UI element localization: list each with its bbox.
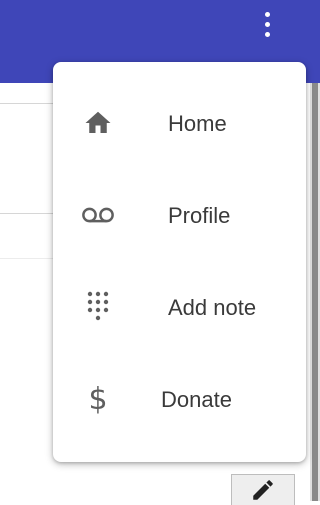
divider <box>0 213 55 214</box>
menu-item-label: Add note <box>168 295 257 320</box>
divider <box>0 103 60 104</box>
scrollbar[interactable] <box>310 83 320 501</box>
edit-button[interactable] <box>231 474 295 505</box>
menu-item-label: Profile <box>168 203 231 228</box>
overflow-menu-button[interactable] <box>254 4 280 44</box>
menu-item-add-note[interactable]: Add note <box>53 262 306 354</box>
menu-item-label: Home <box>168 111 227 136</box>
divider <box>0 258 55 259</box>
menu-item-home[interactable]: Home <box>53 78 306 170</box>
scrollbar-thumb[interactable] <box>312 83 318 501</box>
pencil-icon <box>253 480 273 500</box>
dialpad-icon <box>81 290 115 324</box>
home-icon <box>81 106 115 140</box>
overflow-menu: Home Profile Add note $ Donate <box>53 62 306 462</box>
menu-item-label: Donate <box>161 387 232 412</box>
more-vert-icon <box>264 11 270 17</box>
dollar-icon: $ <box>88 381 108 417</box>
voicemail-icon <box>81 198 115 232</box>
menu-item-donate[interactable]: $ Donate <box>53 354 306 446</box>
menu-item-profile[interactable]: Profile <box>53 170 306 262</box>
